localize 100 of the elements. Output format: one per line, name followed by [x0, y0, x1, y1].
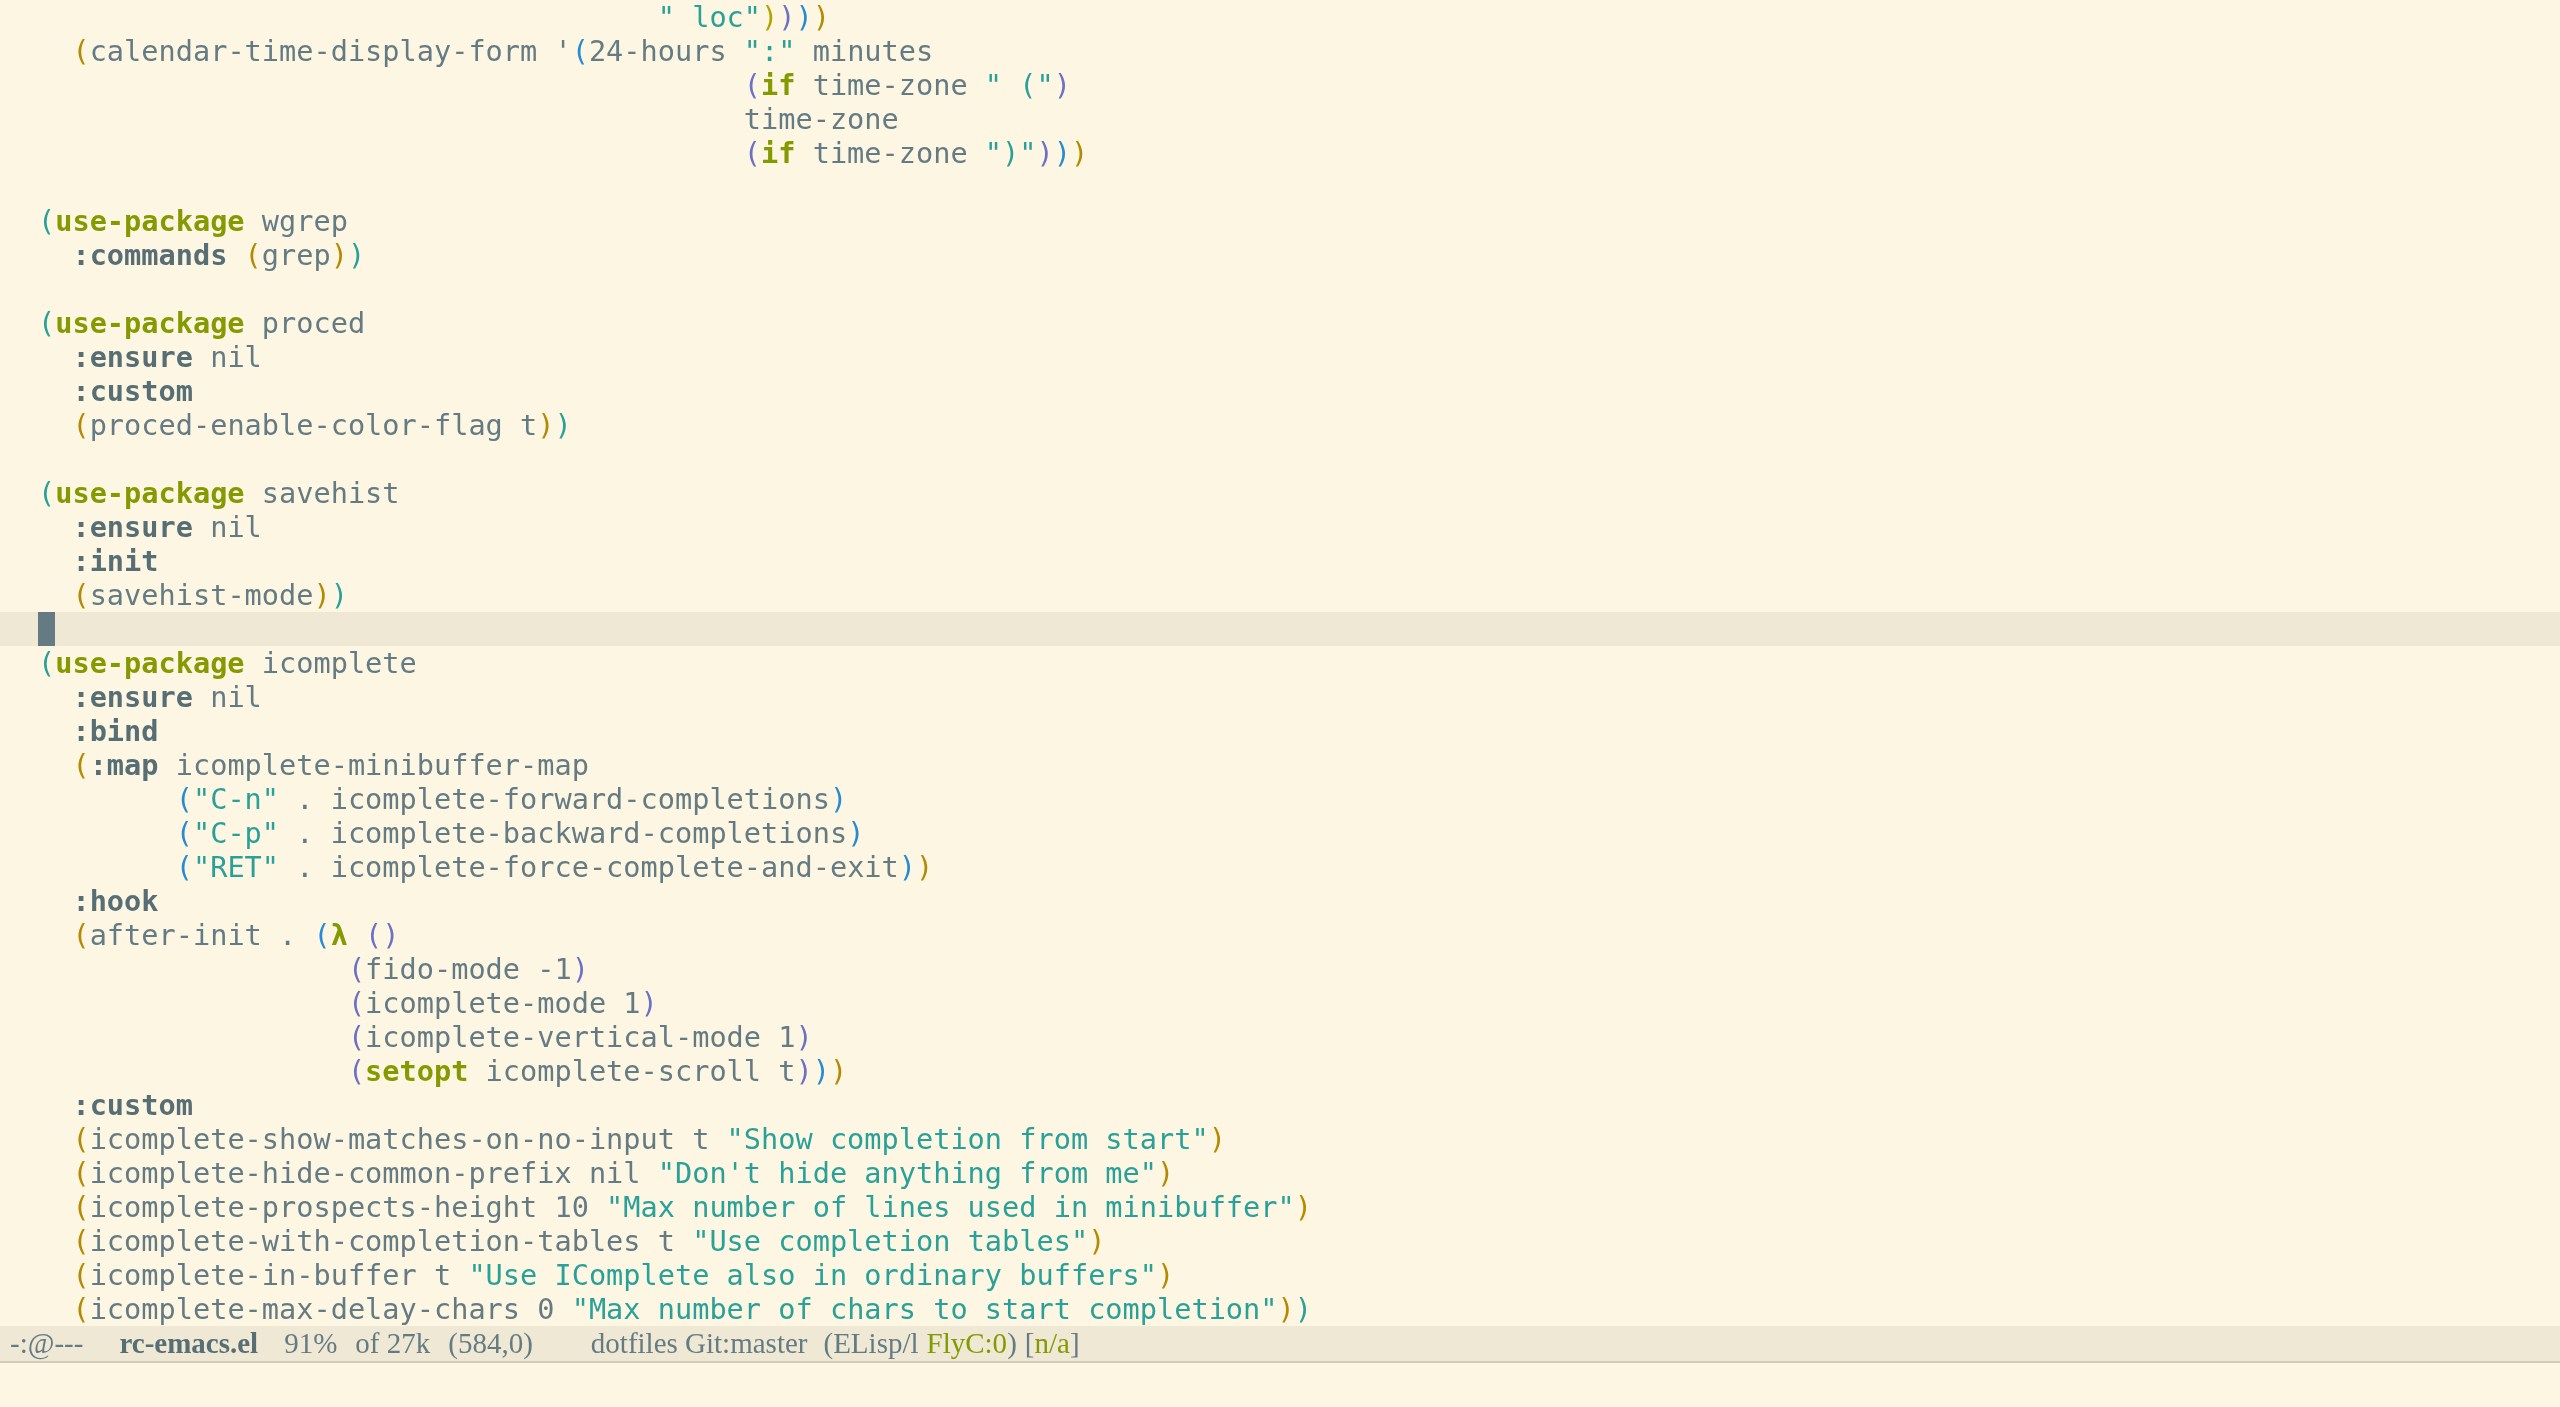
parenthesis: (	[38, 476, 56, 510]
code-text: grep	[261, 238, 331, 272]
keyword-text: use-package	[55, 476, 245, 510]
parenthesis: (	[175, 816, 193, 850]
parenthesis: (	[244, 238, 262, 272]
keyword-text: if	[761, 68, 796, 102]
parenthesis: )	[1157, 1156, 1175, 1190]
keyword-property: :map	[89, 748, 159, 782]
keyword-text: use-package	[55, 204, 245, 238]
keyword-property: :commands	[72, 238, 228, 272]
parenthesis: )	[795, 1020, 813, 1054]
project-name: n/a	[1034, 1325, 1070, 1361]
keyword-text: use-package	[55, 646, 245, 680]
code-text: proced	[261, 306, 366, 340]
code-text: icomplete-in-buffer t	[89, 1258, 453, 1292]
code-text: time-zone	[743, 102, 899, 136]
keyword-property: :init	[72, 544, 159, 578]
parenthesis: )	[554, 408, 572, 442]
parenthesis: (	[347, 986, 366, 1020]
keyword-text: setopt	[365, 1054, 469, 1088]
parenthesis: )	[313, 578, 331, 612]
code-text: icomplete-show-matches-on-no-input t	[89, 1122, 711, 1156]
parenthesis: (	[38, 646, 56, 680]
parenthesis: )	[1036, 136, 1054, 170]
keyword-property: :custom	[72, 1088, 193, 1122]
major-mode: (ELisp/l	[823, 1325, 919, 1361]
cursor-position: (584,0)	[448, 1325, 533, 1361]
code-text: nil	[210, 340, 262, 374]
parenthesis: )	[571, 952, 589, 986]
parenthesis: (	[38, 204, 56, 238]
parenthesis: (	[175, 782, 193, 816]
buffer-name: rc-emacs.el	[119, 1325, 259, 1361]
code-text: calendar-time-display-form '	[89, 34, 572, 68]
parenthesis: )	[847, 816, 865, 850]
parenthesis: )	[1208, 1122, 1226, 1156]
parenthesis: )	[1053, 68, 1071, 102]
parenthesis: )	[829, 782, 848, 816]
parenthesis: (	[72, 1258, 90, 1292]
keyword-text: if	[761, 136, 796, 170]
code-text: savehist	[261, 476, 400, 510]
parenthesis: (	[743, 136, 762, 170]
parenthesis: )	[1277, 1292, 1295, 1326]
code-text: icomplete-max-delay-chars 0	[89, 1292, 556, 1326]
vc-branch: dotfiles Git:master	[590, 1325, 808, 1361]
parenthesis: )	[1294, 1292, 1312, 1326]
parenthesis: )	[761, 0, 779, 34]
code-text: nil	[210, 510, 262, 544]
project-bracket: ]	[1069, 1325, 1080, 1361]
string-literal: ":"	[743, 34, 796, 68]
code-text: fido-mode -1	[365, 952, 572, 986]
code-text: time-zone	[812, 68, 969, 102]
code-text: 24-hours	[588, 34, 728, 68]
parenthesis: (	[743, 68, 762, 102]
text-cursor	[38, 612, 55, 646]
string-literal: "Max number of chars to start completion"	[571, 1292, 1278, 1326]
parenthesis: )	[795, 0, 813, 34]
string-literal: " loc"	[657, 0, 762, 34]
parenthesis: (	[72, 578, 90, 612]
parenthesis: )	[812, 1054, 830, 1088]
string-literal: "Max number of lines used in minibuffer"	[606, 1190, 1295, 1224]
parenthesis: )	[537, 408, 555, 442]
scroll-percent: 91%	[284, 1325, 338, 1361]
buffer-size: of 27k	[355, 1325, 431, 1361]
code-text: minutes	[812, 34, 934, 68]
project-bracket: [	[1024, 1325, 1035, 1361]
code-text: after-init .	[89, 918, 298, 952]
parenthesis: )	[347, 238, 366, 272]
code-text: . icomplete-force-complete-and-exit	[296, 850, 899, 884]
keyword-property: :hook	[72, 884, 159, 918]
code-text: savehist-mode	[89, 578, 314, 612]
parenthesis: (	[72, 748, 90, 782]
keyword-property: :ensure	[72, 340, 193, 374]
code-text: . icomplete-backward-completions	[296, 816, 848, 850]
string-literal: "Use completion tables"	[692, 1224, 1089, 1258]
parenthesis: (	[365, 918, 383, 952]
parenthesis: (	[313, 918, 331, 952]
major-mode: )	[1007, 1325, 1017, 1361]
parenthesis: (	[72, 918, 90, 952]
parenthesis: )	[1053, 136, 1071, 170]
parenthesis: )	[1157, 1258, 1175, 1292]
flycheck-status: FlyC:0	[926, 1325, 1008, 1361]
string-literal: "Show completion from start"	[726, 1122, 1209, 1156]
parenthesis: )	[778, 0, 796, 34]
parenthesis: (	[72, 1224, 90, 1258]
parenthesis: (	[72, 1190, 90, 1224]
parenthesis: )	[1070, 136, 1089, 170]
parenthesis: (	[175, 850, 193, 884]
code-text: icomplete-prospects-height 10	[89, 1190, 590, 1224]
parenthesis: )	[330, 238, 348, 272]
parenthesis: )	[382, 918, 400, 952]
string-literal: "RET"	[192, 850, 280, 884]
string-literal: "C-n"	[192, 782, 280, 816]
code-text: wgrep	[261, 204, 348, 238]
parenthesis: )	[916, 850, 934, 884]
parenthesis: )	[640, 986, 658, 1020]
keyword-text: use-package	[55, 306, 245, 340]
code-text: . icomplete-forward-completions	[296, 782, 830, 816]
code-text: icomplete-hide-common-prefix nil	[89, 1156, 642, 1190]
code-text: icomplete-vertical-mode 1	[365, 1020, 796, 1054]
parenthesis: )	[795, 1054, 813, 1088]
